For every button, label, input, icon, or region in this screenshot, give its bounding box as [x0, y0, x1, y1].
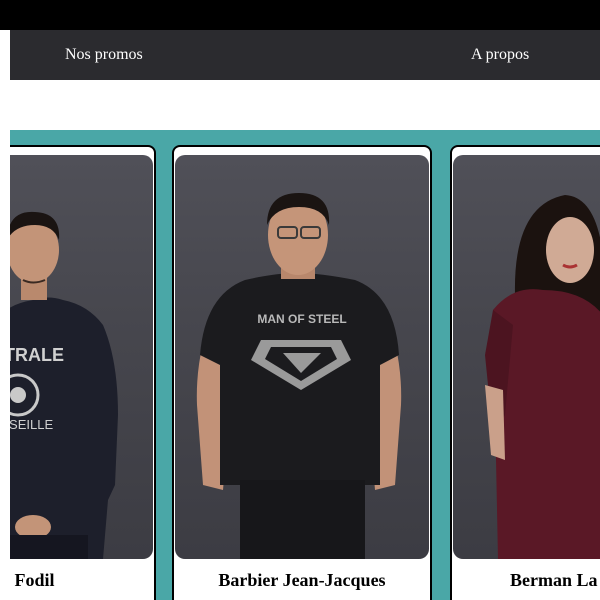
member-card[interactable]: MAN OF STEEL Barbier Jean-Jacques — [172, 145, 432, 600]
shirt-text: ARSEILLE — [10, 417, 53, 432]
nav-link-nos-promos[interactable]: Nos promos — [65, 30, 143, 80]
top-bar — [0, 0, 600, 30]
member-name: Berman La — [510, 570, 598, 590]
member-carousel[interactable]: NTRALE ARSEILLE li Fodil — [10, 130, 600, 600]
member-name: Barbier Jean-Jacques — [218, 570, 386, 590]
nav-link-a-propos[interactable]: A propos — [471, 30, 529, 80]
shirt-text: MAN OF STEEL — [257, 312, 346, 326]
shirt-text: NTRALE — [10, 345, 64, 365]
member-card[interactable]: NTRALE ARSEILLE li Fodil — [10, 145, 156, 600]
member-photo: NTRALE ARSEILLE — [10, 155, 153, 559]
member-photo: MAN OF STEEL — [175, 155, 429, 559]
member-name: li Fodil — [10, 570, 55, 590]
member-photo — [453, 155, 600, 559]
main-nav: Nos promos A propos — [10, 30, 600, 80]
member-card[interactable]: Berman La — [450, 145, 600, 600]
